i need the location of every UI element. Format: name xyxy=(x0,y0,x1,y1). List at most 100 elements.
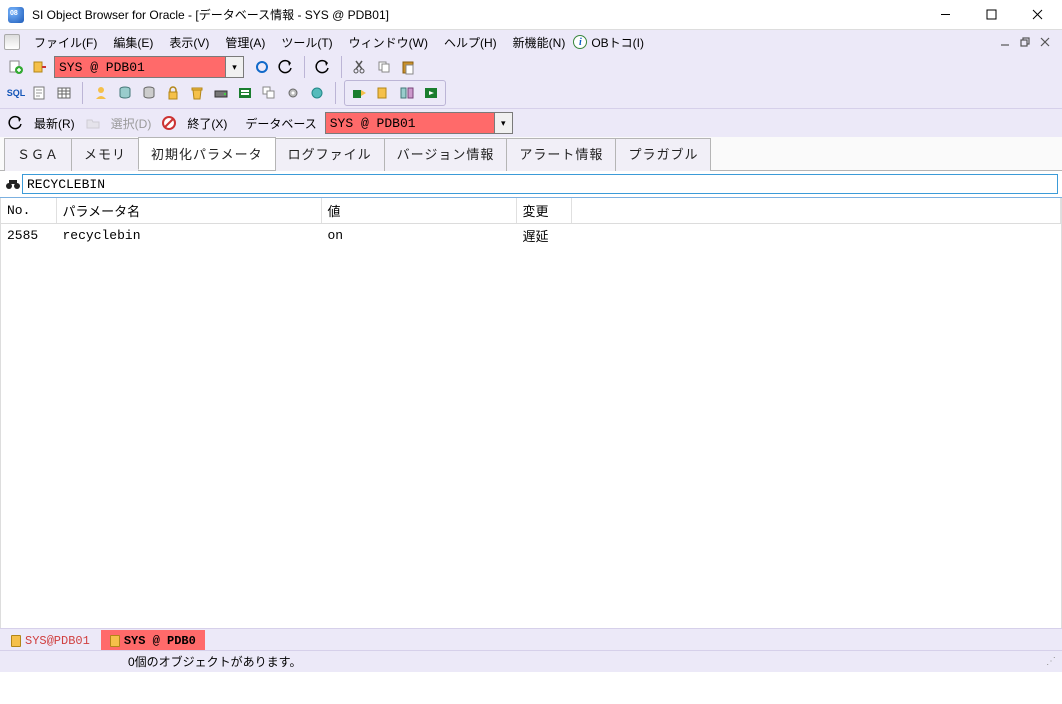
gear-icon[interactable] xyxy=(283,83,303,103)
database-input[interactable] xyxy=(326,113,494,133)
connection-input[interactable] xyxy=(55,57,225,77)
col-change[interactable]: 変更 xyxy=(516,198,571,224)
folder-icon xyxy=(110,635,120,647)
open-icon[interactable] xyxy=(83,113,103,133)
script-icon[interactable] xyxy=(30,83,50,103)
cell-change: 遅延 xyxy=(516,224,571,248)
table-row[interactable]: 2585recyclebinon遅延 xyxy=(1,224,1061,248)
bottom-tabs: SYS@PDB01 SYS @ PDB0 xyxy=(0,628,1062,650)
tabs: ＳＧＡ メモリ 初期化パラメータ ログファイル バージョン情報 アラート情報 プ… xyxy=(0,137,1062,171)
menubar: ファイル(F) 編集(E) 表示(V) 管理(A) ツール(T) ウィンドウ(W… xyxy=(0,30,1062,54)
cell-value: on xyxy=(321,224,516,248)
tab-sga[interactable]: ＳＧＡ xyxy=(4,138,72,171)
status-bar: 0個のオブジェクトがあります。 ⋰ xyxy=(0,650,1062,672)
cut-icon[interactable] xyxy=(350,57,370,77)
toolbar-separator xyxy=(341,56,342,78)
tab-memory[interactable]: メモリ xyxy=(71,138,139,171)
menu-help[interactable]: ヘルプ(H) xyxy=(436,31,505,54)
user-icon[interactable] xyxy=(91,83,111,103)
windows-icon[interactable] xyxy=(259,83,279,103)
chevron-down-icon[interactable]: ▾ xyxy=(225,57,243,77)
paste-icon[interactable] xyxy=(398,57,418,77)
menu-admin[interactable]: 管理(A) xyxy=(217,31,273,54)
tablespace-icon[interactable] xyxy=(139,83,159,103)
search-input[interactable] xyxy=(22,174,1058,194)
mdi-buttons xyxy=(996,34,1058,50)
toolbar-group xyxy=(344,80,446,106)
menu-newfeat[interactable]: 新機能(N) xyxy=(505,31,574,54)
disconnect-icon[interactable] xyxy=(30,57,50,77)
chevron-down-icon[interactable]: ▾ xyxy=(494,113,512,133)
window-buttons xyxy=(922,0,1060,30)
database-label: データベース xyxy=(241,113,320,134)
menu-window[interactable]: ウィンドウ(W) xyxy=(341,31,436,54)
new-connection-icon[interactable] xyxy=(6,57,26,77)
col-value[interactable]: 値 xyxy=(321,198,516,224)
toolbar-separator xyxy=(304,56,305,78)
col-no[interactable]: No. xyxy=(1,198,56,224)
lock-icon[interactable] xyxy=(163,83,183,103)
app-icon xyxy=(8,7,24,23)
trash-icon[interactable] xyxy=(187,83,207,103)
info-icon: i xyxy=(573,35,587,49)
parameters-grid[interactable]: No. パラメータ名 値 変更 2585recyclebinon遅延 xyxy=(0,198,1062,628)
titlebar: SI Object Browser for Oracle - [データベース情報… xyxy=(0,0,1062,30)
maximize-button[interactable] xyxy=(968,0,1014,30)
minimize-button[interactable] xyxy=(922,0,968,30)
grid-icon[interactable] xyxy=(54,83,74,103)
undo-icon[interactable] xyxy=(313,57,333,77)
undo-connection-icon[interactable] xyxy=(276,57,296,77)
mdi-minimize-button[interactable] xyxy=(996,34,1014,50)
menu-tool[interactable]: ツール(T) xyxy=(273,31,340,54)
col-spacer xyxy=(571,198,1061,224)
binoculars-icon[interactable] xyxy=(4,176,22,192)
col-name[interactable]: パラメータ名 xyxy=(56,198,321,224)
database-icon[interactable] xyxy=(115,83,135,103)
connection-combo[interactable]: ▾ xyxy=(54,56,244,78)
exit-button[interactable]: 終了(X) xyxy=(183,113,231,134)
toolbar-separator xyxy=(82,82,83,104)
action-bar: 最新(R) 選択(D) 終了(X) データベース ▾ xyxy=(0,108,1062,137)
earth-icon[interactable] xyxy=(307,83,327,103)
bottom-tab-1[interactable]: SYS@PDB01 xyxy=(2,630,99,650)
tab-pluggable[interactable]: プラガブル xyxy=(615,138,711,171)
menu-view[interactable]: 表示(V) xyxy=(161,31,217,54)
sql-icon[interactable]: SQL xyxy=(6,83,26,103)
menu-obtoko[interactable]: OBトコ(I) xyxy=(591,31,652,54)
run-icon[interactable] xyxy=(421,83,441,103)
green-db-icon[interactable] xyxy=(235,83,255,103)
search-row xyxy=(0,171,1062,198)
mdi-close-button[interactable] xyxy=(1036,34,1054,50)
status-message: 0個のオブジェクトがあります。 xyxy=(128,653,301,670)
export-icon[interactable] xyxy=(349,83,369,103)
tab-logfile[interactable]: ログファイル xyxy=(275,138,385,171)
folder-icon xyxy=(11,635,21,647)
database-combo[interactable]: ▾ xyxy=(325,112,513,134)
tab-alert[interactable]: アラート情報 xyxy=(506,138,616,171)
menu-edit[interactable]: 編集(E) xyxy=(105,31,161,54)
grid-header-row: No. パラメータ名 値 変更 xyxy=(1,198,1061,224)
compare-icon[interactable] xyxy=(397,83,417,103)
toolbar-separator xyxy=(335,82,336,104)
menu-file[interactable]: ファイル(F) xyxy=(26,31,105,54)
tab-init-params[interactable]: 初期化パラメータ xyxy=(138,137,276,170)
cell-name: recyclebin xyxy=(56,224,321,248)
stop-icon[interactable] xyxy=(159,113,179,133)
toolbar-row-1: ▾ xyxy=(0,54,1062,80)
resize-grip[interactable]: ⋰ xyxy=(1046,656,1054,667)
select-button: 選択(D) xyxy=(107,113,156,134)
mdi-system-icon[interactable] xyxy=(4,34,20,50)
mdi-restore-button[interactable] xyxy=(1016,34,1034,50)
cell-no: 2585 xyxy=(1,224,56,248)
close-button[interactable] xyxy=(1014,0,1060,30)
window-title: SI Object Browser for Oracle - [データベース情報… xyxy=(32,6,922,23)
toolbar-row-2: SQL xyxy=(0,80,1062,108)
refresh-button[interactable]: 最新(R) xyxy=(30,113,79,134)
undo-icon[interactable] xyxy=(6,113,26,133)
refresh-icon[interactable] xyxy=(252,57,272,77)
disk-icon[interactable] xyxy=(211,83,231,103)
tab-version[interactable]: バージョン情報 xyxy=(384,138,508,171)
copy-icon[interactable] xyxy=(374,57,394,77)
bottom-tab-2[interactable]: SYS @ PDB0 xyxy=(101,630,205,650)
import-icon[interactable] xyxy=(373,83,393,103)
